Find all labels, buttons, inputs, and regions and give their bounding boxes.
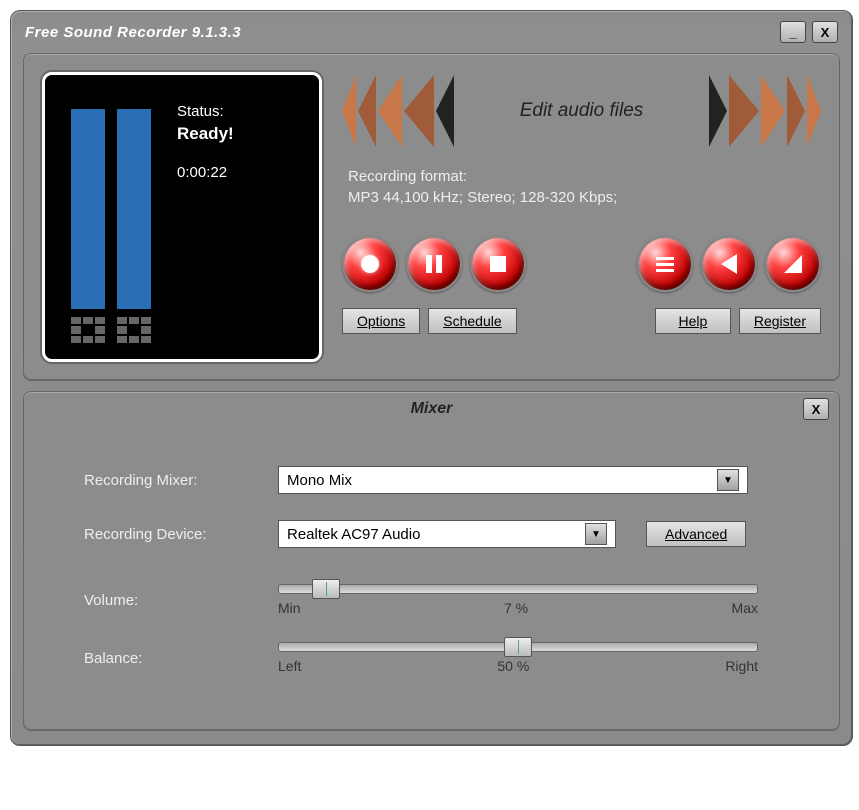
vu-bar-right xyxy=(117,109,151,309)
mixer-body: Recording Mixer: Mono Mix ▼ Recording De… xyxy=(24,426,839,730)
balance-label: Balance: xyxy=(84,650,264,667)
dropdown-icon[interactable]: ▼ xyxy=(585,523,607,545)
balance-thumb[interactable] xyxy=(504,637,532,657)
mixer-close-button[interactable]: X xyxy=(803,398,829,420)
mixer-title-bar: Mixer X xyxy=(24,392,839,426)
edit-audio-link[interactable]: Edit audio files xyxy=(508,100,656,122)
minimize-button[interactable]: _ xyxy=(780,21,806,43)
mixer-panel: Mixer X Recording Mixer: Mono Mix ▼ Reco… xyxy=(23,391,840,731)
title-bar: Free Sound Recorder 9.1.3.3 _ X xyxy=(15,15,848,49)
volume-max-label: Max xyxy=(732,600,758,616)
volume-percent: 7 % xyxy=(504,600,528,616)
advanced-button[interactable]: Advanced xyxy=(646,521,746,547)
recording-device-value: Realtek AC97 Audio xyxy=(287,526,420,543)
recording-device-combo[interactable]: Realtek AC97 Audio ▼ xyxy=(278,520,616,548)
expand-button[interactable] xyxy=(765,236,821,292)
play-icon xyxy=(721,254,737,274)
speaker-icon-left xyxy=(342,72,454,150)
volume-thumb[interactable] xyxy=(312,579,340,599)
vu-meter xyxy=(59,91,163,343)
window-title: Free Sound Recorder 9.1.3.3 xyxy=(25,24,780,41)
speaker-icon-right xyxy=(709,72,821,150)
dropdown-icon[interactable]: ▼ xyxy=(717,469,739,491)
balance-row: Balance: Left 50 % Right xyxy=(84,642,779,674)
balance-left-label: Left xyxy=(278,658,301,674)
record-icon xyxy=(361,255,379,273)
mixer-title: Mixer xyxy=(411,400,453,418)
list-icon xyxy=(656,257,674,272)
link-row: Options Schedule Help Register xyxy=(342,308,821,334)
app-window: Free Sound Recorder 9.1.3.3 _ X Status: … xyxy=(10,10,853,746)
control-area: Edit audio files Recording format: MP3 4… xyxy=(342,72,821,362)
recording-mixer-combo[interactable]: Mono Mix ▼ xyxy=(278,466,748,494)
channel-indicator-left xyxy=(71,317,105,343)
transport-row xyxy=(342,236,821,292)
volume-min-label: Min xyxy=(278,600,301,616)
device-row: Recording Device: Realtek AC97 Audio ▼ A… xyxy=(84,520,779,548)
edit-banner[interactable]: Edit audio files xyxy=(342,72,821,150)
triangle-icon xyxy=(784,255,802,273)
play-button[interactable] xyxy=(701,236,757,292)
display-text: Status: Ready! 0:00:22 xyxy=(163,91,305,343)
pause-icon xyxy=(426,255,442,273)
options-button[interactable]: Options xyxy=(342,308,420,334)
format-info: Recording format: MP3 44,100 kHz; Stereo… xyxy=(342,168,821,206)
stop-icon xyxy=(490,256,506,272)
volume-slider[interactable]: Min 7 % Max xyxy=(278,584,758,616)
volume-label: Volume: xyxy=(84,592,264,609)
help-button[interactable]: Help xyxy=(655,308,731,334)
mixer-row: Recording Mixer: Mono Mix ▼ xyxy=(84,466,779,494)
window-controls: _ X xyxy=(780,21,838,43)
playlist-button[interactable] xyxy=(637,236,693,292)
status-label: Status: xyxy=(177,103,305,120)
recorder-display: Status: Ready! 0:00:22 xyxy=(42,72,322,362)
vu-bar-left xyxy=(71,109,105,309)
recording-mixer-value: Mono Mix xyxy=(287,472,352,489)
recording-device-label: Recording Device: xyxy=(84,526,264,543)
close-button[interactable]: X xyxy=(812,21,838,43)
balance-right-label: Right xyxy=(725,658,758,674)
schedule-button[interactable]: Schedule xyxy=(428,308,516,334)
register-button[interactable]: Register xyxy=(739,308,821,334)
record-button[interactable] xyxy=(342,236,398,292)
balance-slider[interactable]: Left 50 % Right xyxy=(278,642,758,674)
channel-indicator-right xyxy=(117,317,151,343)
format-value: MP3 44,100 kHz; Stereo; 128-320 Kbps; xyxy=(348,189,821,206)
pause-button[interactable] xyxy=(406,236,462,292)
main-panel: Status: Ready! 0:00:22 Edit audio files … xyxy=(23,53,840,381)
volume-row: Volume: Min 7 % Max xyxy=(84,584,779,616)
recording-mixer-label: Recording Mixer: xyxy=(84,472,264,489)
balance-percent: 50 % xyxy=(497,658,529,674)
format-label: Recording format: xyxy=(348,168,821,185)
stop-button[interactable] xyxy=(470,236,526,292)
elapsed-time: 0:00:22 xyxy=(177,164,305,181)
status-value: Ready! xyxy=(177,124,305,144)
